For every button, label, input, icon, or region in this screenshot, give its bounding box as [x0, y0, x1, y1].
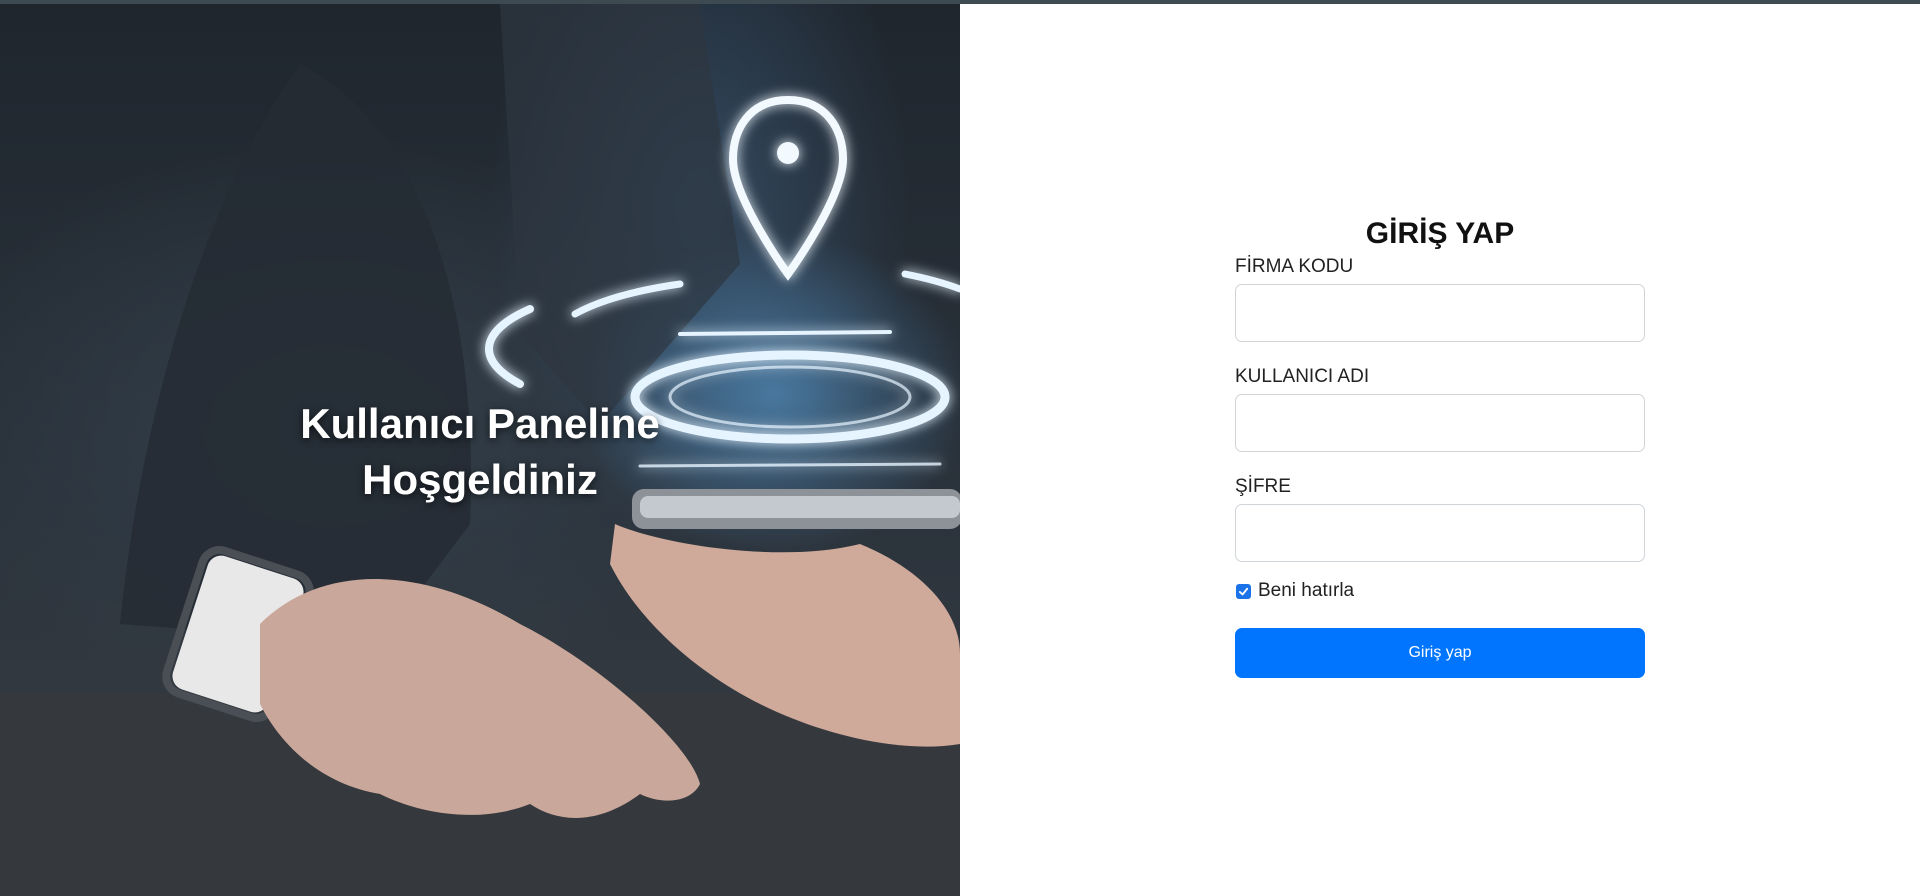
- login-form: GİRİŞ YAP FİRMA KODU KULLANICI ADI ŞİFRE…: [1235, 210, 1645, 678]
- remember-me-checkbox[interactable]: [1236, 583, 1251, 599]
- login-button[interactable]: Giriş yap: [1235, 628, 1645, 678]
- username-label: KULLANICI ADI: [1235, 366, 1370, 387]
- hero-title-line2: Hoşgeldiniz: [362, 456, 598, 503]
- hero-panel: Kullanıcı Paneline Hoşgeldiniz: [0, 4, 960, 896]
- company-code-label: FİRMA KODU: [1235, 256, 1354, 277]
- login-title: GİRİŞ YAP: [1365, 217, 1515, 250]
- remember-me[interactable]: Beni hatırla: [1235, 578, 1645, 604]
- hero-title-line1: Kullanıcı Paneline: [300, 400, 660, 447]
- checkmark-icon: [1238, 587, 1249, 595]
- location-pin-icon: [728, 95, 848, 281]
- company-code-input[interactable]: [1235, 284, 1645, 342]
- hero-welcome-title: Kullanıcı Paneline Hoşgeldiniz: [270, 396, 690, 508]
- remember-me-label: Beni hatırla: [1258, 580, 1355, 601]
- username-input[interactable]: [1235, 394, 1645, 452]
- password-label: ŞİFRE: [1235, 476, 1291, 497]
- password-input[interactable]: [1235, 504, 1645, 562]
